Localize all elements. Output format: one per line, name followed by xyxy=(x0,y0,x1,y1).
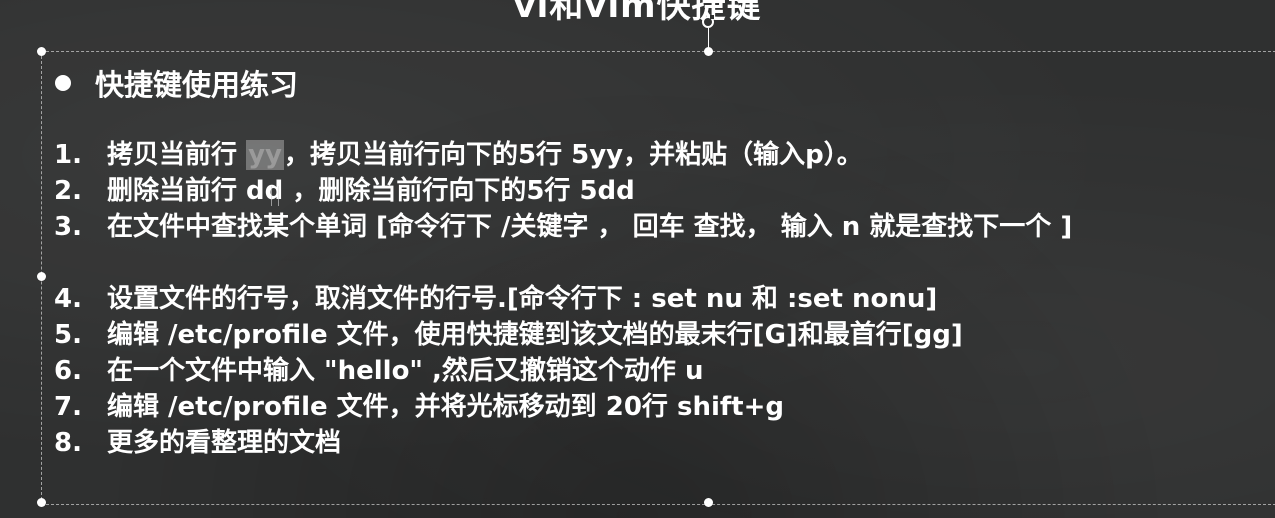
resize-handle-top-center[interactable] xyxy=(704,47,713,56)
list-item-number: 5. xyxy=(54,320,82,350)
rotate-handle-icon[interactable] xyxy=(702,15,714,28)
list-item-number: 6. xyxy=(54,356,82,386)
list-item-number: 4. xyxy=(54,284,82,314)
list-item: 4. 设置文件的行号，取消文件的行号.[命令行下 : set nu 和 :set… xyxy=(54,281,1072,317)
shortcut-practice-list: 1. 拷贝当前行 yy，拷贝当前行向下的5行 5yy，并粘贴（输入p）。 2. … xyxy=(54,137,1072,461)
list-item-number: 8. xyxy=(54,428,82,458)
list-item-number: 1. xyxy=(54,140,82,170)
list-item-text: 更多的看整理的文档 xyxy=(107,428,342,458)
highlighted-text: yy xyxy=(246,140,284,170)
bullet-icon xyxy=(55,75,71,91)
heading-row: 快捷键使用练习 xyxy=(55,62,298,104)
list-item-text: 删除当前行 dd ，删除当前行向下的5行 5dd xyxy=(107,176,635,206)
resize-handle-bottom-center[interactable] xyxy=(704,498,713,507)
list-item-text: 在一个文件中输入 "hello" ,然后又撤销这个动作 u xyxy=(107,356,704,386)
list-item-number: 3. xyxy=(54,212,82,242)
list-item: 2. 删除当前行 dd ，删除当前行向下的5行 5dd xyxy=(54,173,1072,209)
list-item-text: 拷贝当前行 yy，拷贝当前行向下的5行 5yy，并粘贴（输入p）。 xyxy=(107,140,863,170)
list-item-text: 设置文件的行号，取消文件的行号.[命令行下 : set nu 和 :set no… xyxy=(107,284,938,314)
list-item-number: 7. xyxy=(54,392,82,422)
slide-title: vi和vim快捷键 xyxy=(513,0,762,26)
list-item: 7. 编辑 /etc/profile 文件，并将光标移动到 20行 shift+… xyxy=(54,389,1072,425)
list-item: 3. 在文件中查找某个单词 [命令行下 /关键字 ， 回车 查找， 输入 n 就… xyxy=(54,209,1072,245)
list-item-number: 2. xyxy=(54,176,82,206)
list-item-text: 编辑 /etc/profile 文件，使用快捷键到该文档的最末行[G]和最首行[… xyxy=(107,320,963,350)
resize-handle-bottom-left[interactable] xyxy=(37,498,46,507)
resize-handle-top-left[interactable] xyxy=(37,47,46,56)
list-item: 1. 拷贝当前行 yy，拷贝当前行向下的5行 5yy，并粘贴（输入p）。 xyxy=(54,137,1072,173)
list-item: 8. 更多的看整理的文档 xyxy=(54,425,1072,461)
section-heading: 快捷键使用练习 xyxy=(95,68,299,102)
list-item: 6. 在一个文件中输入 "hello" ,然后又撤销这个动作 u xyxy=(54,353,1072,389)
text-cursor-icon xyxy=(271,186,279,206)
list-item-text: 在文件中查找某个单词 [命令行下 /关键字 ， 回车 查找， 输入 n 就是查找… xyxy=(107,212,1073,242)
list-item-text: 编辑 /etc/profile 文件，并将光标移动到 20行 shift+g xyxy=(107,392,785,422)
resize-handle-middle-left[interactable] xyxy=(37,272,46,281)
list-item: 5. 编辑 /etc/profile 文件，使用快捷键到该文档的最末行[G]和最… xyxy=(54,317,1072,353)
